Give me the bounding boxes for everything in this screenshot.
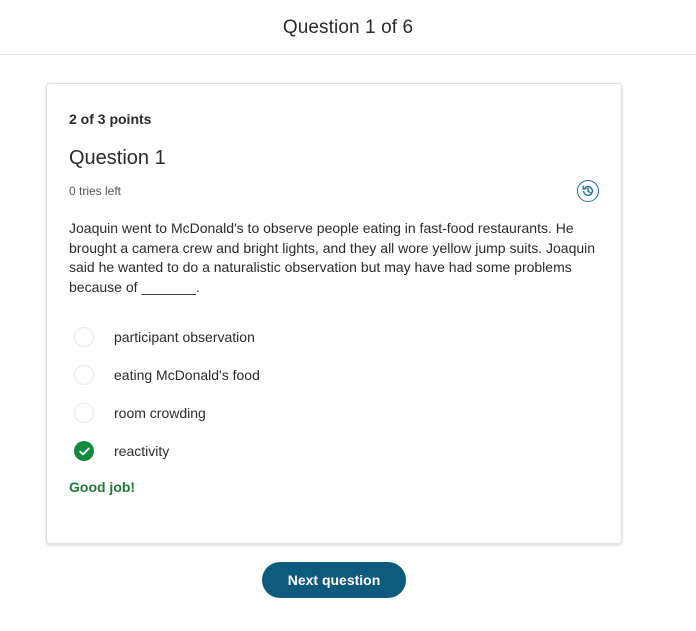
question-title: Question 1 [69,147,166,169]
option-label: reactivity [114,443,170,459]
points-label: 2 of 3 points [69,111,152,127]
history-icon [582,185,594,197]
option-room-crowding[interactable]: room crowding [73,395,573,433]
checkmark-icon [78,447,90,455]
question-card: 2 of 3 points Question 1 0 tries left Jo… [46,83,622,544]
option-label: room crowding [114,405,206,421]
option-participant-observation[interactable]: participant observation [73,319,573,357]
top-bar: Question 1 of 6 [0,0,696,55]
radio-button[interactable] [74,327,94,347]
radio-button[interactable] [74,403,94,423]
radio-button-checked[interactable] [74,441,94,461]
radio-button[interactable] [74,365,94,385]
option-eating-mcdonalds-food[interactable]: eating McDonald's food [73,357,573,395]
option-label: eating McDonald's food [114,367,260,383]
history-button[interactable] [577,180,599,202]
question-counter: Question 1 of 6 [282,16,414,38]
question-text: Joaquin went to McDonald's to observe pe… [69,220,596,295]
answer-options: participant observation eating McDonald'… [73,319,573,471]
tries-left-label: 0 tries left [69,184,122,198]
option-label: participant observation [114,329,255,345]
feedback-message: Good job! [69,479,136,495]
next-question-button[interactable]: Next question [262,562,406,598]
option-reactivity[interactable]: reactivity [73,433,573,471]
